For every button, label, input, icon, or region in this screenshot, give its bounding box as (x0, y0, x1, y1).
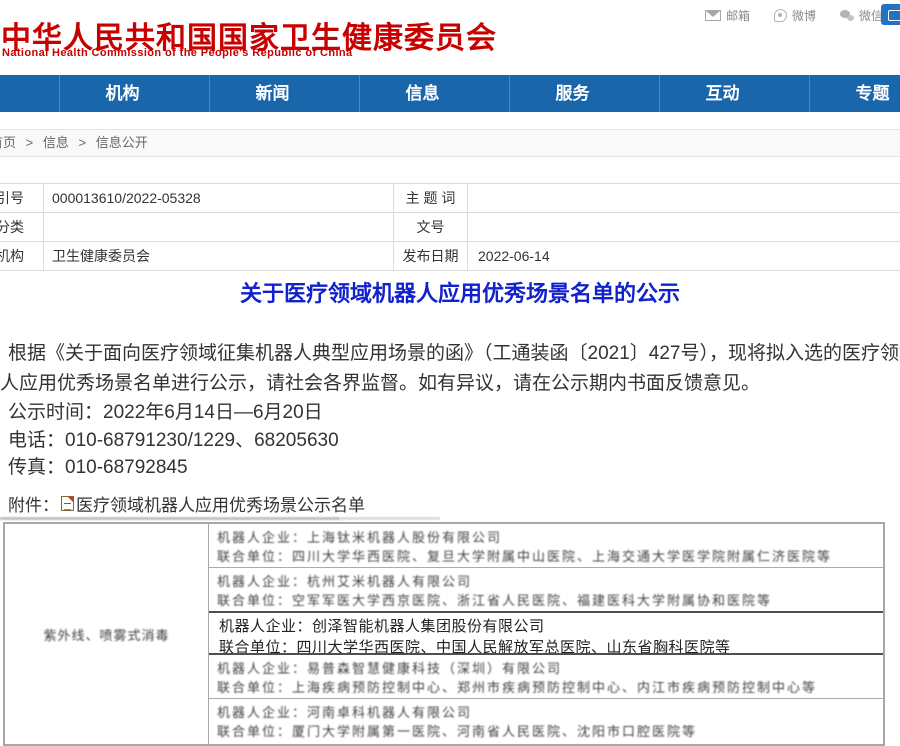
site-subtitle-en: National Health Commission of the People… (2, 47, 353, 59)
main-nav: 首页 机构 新闻 信息 服务 互动 专题 (0, 75, 900, 112)
nav-item-interact[interactable]: 互动 (660, 75, 810, 112)
doc-meta-table: 索引号 000013610/2022-05328 主 题 词 公开分类 文号 发… (0, 183, 900, 271)
weibo-label: 微博 (792, 7, 816, 24)
breadcrumb-separator: > (26, 135, 34, 150)
mail-icon (705, 10, 721, 21)
partners-line: 联合单位：厦门大学附属第一医院、河南省人民医院、沈阳市口腔医院等 (217, 722, 877, 741)
nav-item-news[interactable]: 新闻 (210, 75, 360, 112)
breadcrumb-home[interactable]: 首页 (0, 135, 16, 150)
scene-category-cell: 紫外线、喷雾式消毒 (5, 524, 209, 744)
document-icon (61, 496, 74, 511)
article-paragraph-line2: 人应用优秀场景名单进行公示，请社会各界监督。如有异议，请在公示期内书面反馈意见。 (0, 368, 760, 395)
fax-line: 传真：010-68792845 (8, 452, 188, 479)
page-title: 关于医疗领域机器人应用优秀场景名单的公示 (0, 276, 900, 308)
table-row: 机器人企业：易普森智慧健康科技（深圳）有限公司 联合单位：上海疾病预防控制中心、… (209, 655, 883, 699)
table-row: 机器人企业：创泽智能机器人集团股份有限公司 联合单位：四川大学华西医院、中国人民… (209, 611, 883, 655)
nav-item-info[interactable]: 信息 (360, 75, 510, 112)
scene-category-label: 紫外线、喷雾式消毒 (43, 625, 169, 644)
attachment-row: 附件： 医疗领域机器人应用优秀场景公示名单 (8, 491, 365, 516)
breadcrumb: 首页 > 信息 > 信息公开 (0, 130, 154, 156)
company-line: 机器人企业：河南卓科机器人有限公司 (217, 703, 877, 722)
partners-line: 联合单位：四川大学华西医院、复旦大学附属中山医院、上海交通大学医学院附属仁济医院… (217, 547, 877, 566)
top-right-button[interactable] (881, 4, 900, 25)
attachment-label: 附件： (8, 491, 59, 516)
scene-rows: 机器人企业：上海钛米机器人股份有限公司 联合单位：四川大学华西医院、复旦大学附属… (209, 524, 883, 744)
weibo-link[interactable]: 微博 (774, 7, 816, 24)
table-row: 机器人企业：杭州艾米机器人有限公司 联合单位：空军军医大学西京医院、浙江省人民医… (209, 568, 883, 612)
meta-index-value: 000013610/2022-05328 (44, 184, 394, 213)
meta-subject-value (468, 184, 900, 213)
attachment-link[interactable]: 医疗领域机器人应用优秀场景公示名单 (76, 491, 365, 516)
image-edge-artifact (340, 517, 440, 520)
breadcrumb-bar: 首页 > 信息 > 信息公开 (0, 129, 900, 157)
partners-line: 联合单位：上海疾病预防控制中心、郑州市疾病预防控制中心、内江市疾病预防控制中心等 (217, 678, 877, 697)
article-paragraph-line1: 根据《关于面向医疗领域征集机器人典型应用场景的函》（工通装函〔2021〕427号… (8, 338, 900, 365)
table-row: 机器人企业：河南卓科机器人有限公司 联合单位：厦门大学附属第一医院、河南省人民医… (209, 699, 883, 743)
image-edge-artifact (0, 517, 340, 520)
nav-item-orgs[interactable]: 机构 (60, 75, 210, 112)
meta-category-label: 公开分类 (0, 213, 44, 242)
weibo-icon (774, 9, 787, 22)
phone-line: 电话：010-68791230/1229、68205630 (8, 425, 339, 452)
wechat-label: 微信 (859, 7, 883, 24)
topbar: 邮箱 微博 微信 (705, 7, 883, 24)
scene-list-table: 紫外线、喷雾式消毒 机器人企业：上海钛米机器人股份有限公司 联合单位：四川大学华… (3, 522, 885, 746)
partners-line: 联合单位：四川大学华西医院、中国人民解放军总医院、山东省胸科医院等 (219, 638, 877, 655)
nav-item-topics[interactable]: 专题 (810, 75, 900, 112)
page: 中华人民共和国国家卫生健康委员会 National Health Commiss… (0, 0, 900, 746)
table-row: 公开分类 文号 (0, 213, 900, 242)
meta-date-label: 发布日期 (394, 242, 468, 271)
publicity-period-line: 公示时间：2022年6月14日—6月20日 (8, 397, 323, 424)
table-row: 索引号 000013610/2022-05328 主 题 词 (0, 184, 900, 213)
meta-docnum-label: 文号 (394, 213, 468, 242)
nav-item-home[interactable]: 首页 (0, 75, 60, 112)
company-line: 机器人企业：创泽智能机器人集团股份有限公司 (219, 617, 877, 638)
mail-label: 邮箱 (726, 7, 750, 24)
meta-date-value: 2022-06-14 (468, 242, 900, 271)
breadcrumb-info[interactable]: 信息 (43, 135, 69, 150)
partners-line: 联合单位：空军军医大学西京医院、浙江省人民医院、福建医科大学附属协和医院等 (217, 591, 877, 610)
nav-item-services[interactable]: 服务 (510, 75, 660, 112)
company-line: 机器人企业：杭州艾米机器人有限公司 (217, 572, 877, 591)
wechat-icon (840, 10, 854, 21)
wechat-link[interactable]: 微信 (840, 7, 883, 24)
meta-category-value (44, 213, 394, 242)
mail-link[interactable]: 邮箱 (705, 7, 750, 24)
table-row: 机器人企业：上海钛米机器人股份有限公司 联合单位：四川大学华西医院、复旦大学附属… (209, 524, 883, 568)
meta-subject-label: 主 题 词 (394, 184, 468, 213)
company-line: 机器人企业：易普森智慧健康科技（深圳）有限公司 (217, 659, 877, 678)
meta-docnum-value (468, 213, 900, 242)
company-line: 机器人企业：上海钛米机器人股份有限公司 (217, 528, 877, 547)
table-row: 发文机构 卫生健康委员会 发布日期 2022-06-14 (0, 242, 900, 271)
breadcrumb-info-open[interactable]: 信息公开 (96, 135, 148, 150)
meta-index-label: 索引号 (0, 184, 44, 213)
meta-agency-value: 卫生健康委员会 (44, 242, 394, 271)
meta-agency-label: 发文机构 (0, 242, 44, 271)
breadcrumb-separator: > (79, 135, 87, 150)
